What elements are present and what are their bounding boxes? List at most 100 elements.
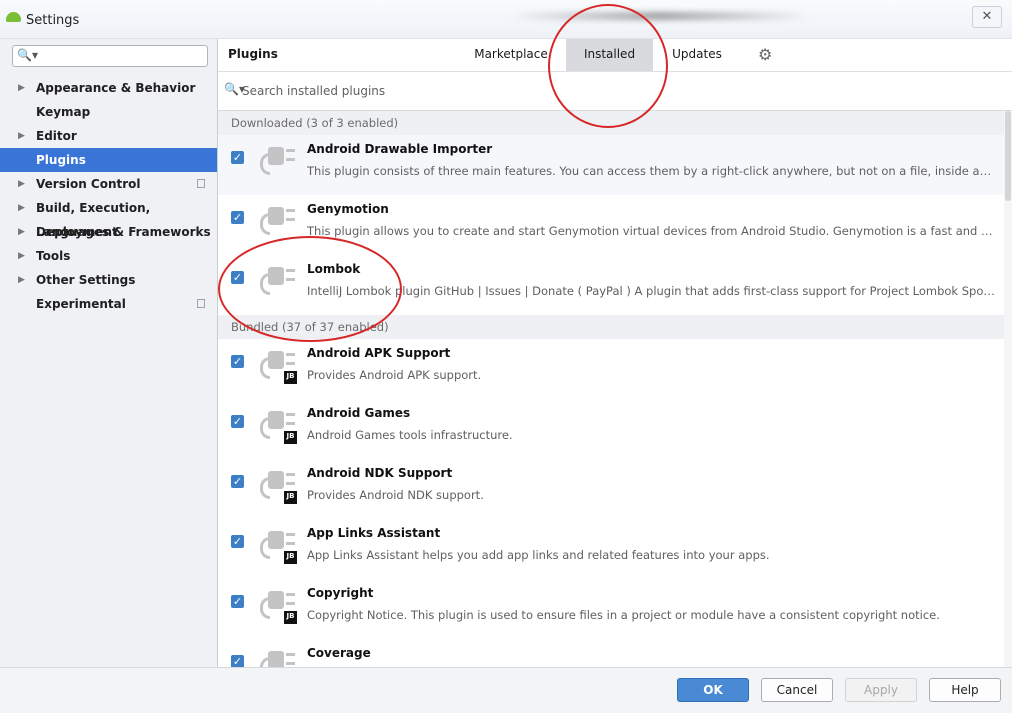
jetbrains-badge-icon: JB bbox=[284, 491, 297, 504]
sidebar-item-tools[interactable]: ▶ Tools bbox=[0, 244, 217, 268]
sidebar-item-label: Appearance & Behavior bbox=[36, 81, 196, 95]
plugin-name[interactable]: Android NDK Support bbox=[307, 466, 452, 480]
jetbrains-badge-icon: JB bbox=[284, 611, 297, 624]
gear-icon[interactable]: ⚙ bbox=[758, 45, 772, 64]
plugin-enabled-checkbox[interactable]: ✓ bbox=[231, 151, 244, 164]
plugin-icon bbox=[260, 145, 296, 179]
ok-button[interactable]: OK bbox=[677, 678, 749, 702]
plugin-enabled-checkbox[interactable]: ✓ bbox=[231, 211, 244, 224]
jetbrains-badge-icon: JB bbox=[284, 371, 297, 384]
tab-installed[interactable]: Installed bbox=[566, 39, 653, 71]
plugin-icon: JB bbox=[260, 589, 297, 624]
group-header-label: Downloaded (3 of 3 enabled) bbox=[231, 116, 399, 130]
plugin-description: Provides Android NDK support. bbox=[307, 488, 484, 502]
sidebar-item-label: Keymap bbox=[36, 105, 91, 119]
plugins-panel: Plugins Marketplace Installed Updates ⚙ … bbox=[218, 39, 1012, 667]
search-icon: 🔍▾ bbox=[17, 48, 38, 62]
plugin-name[interactable]: Copyright bbox=[307, 586, 373, 600]
plugin-row[interactable]: ✓ JB Copyright Copyright Notice. This plugi… bbox=[218, 579, 1012, 640]
plugin-enabled-checkbox[interactable]: ✓ bbox=[231, 415, 244, 428]
cancel-button[interactable]: Cancel bbox=[761, 678, 833, 702]
window-title: Settings bbox=[26, 13, 80, 28]
apply-button[interactable]: Apply bbox=[845, 678, 917, 702]
chevron-right-icon: ▶ bbox=[18, 131, 25, 141]
plugin-row[interactable]: ✓ Lombok IntelliJ Lombok plugin GitHub | I… bbox=[218, 255, 1012, 316]
chevron-right-icon: ▶ bbox=[18, 179, 25, 189]
sidebar-item-label: Version Control bbox=[36, 177, 141, 191]
plugin-description: App Links Assistant helps you add app li… bbox=[307, 548, 770, 562]
project-level-icon bbox=[197, 179, 205, 188]
sidebar-item-languages-frameworks[interactable]: ▶ Languages & Frameworks bbox=[0, 220, 217, 244]
android-icon bbox=[6, 12, 21, 22]
plugin-search-bar: 🔍▾ bbox=[218, 72, 1012, 111]
plugin-name[interactable]: Genymotion bbox=[307, 202, 389, 216]
plugin-description: IntelliJ Lombok plugin GitHub | Issues |… bbox=[307, 284, 997, 298]
tab-marketplace[interactable]: Marketplace bbox=[471, 39, 551, 71]
plugin-search-input[interactable] bbox=[242, 82, 842, 100]
plugin-name[interactable]: Coverage bbox=[307, 646, 371, 660]
plugin-icon: JB bbox=[260, 409, 297, 444]
sidebar-item-label: Experimental bbox=[36, 297, 126, 311]
plugin-row[interactable]: ✓ JB App Links Assistant App Links Assistan… bbox=[218, 519, 1012, 580]
plugin-row[interactable]: ✓ JB Coverage bbox=[218, 639, 1012, 667]
plugin-description: Copyright Notice. This plugin is used to… bbox=[307, 608, 940, 622]
sidebar-item-label: Plugins bbox=[36, 153, 86, 167]
close-icon[interactable]: ✕ bbox=[972, 6, 1002, 28]
plugin-enabled-checkbox[interactable]: ✓ bbox=[231, 475, 244, 488]
plugin-enabled-checkbox[interactable]: ✓ bbox=[231, 595, 244, 608]
plugin-description: This plugin allows you to create and sta… bbox=[307, 224, 997, 238]
sidebar-item-keymap[interactable]: Keymap bbox=[0, 100, 217, 124]
plugin-enabled-checkbox[interactable]: ✓ bbox=[231, 355, 244, 368]
plugin-icon: JB bbox=[260, 349, 297, 384]
plugin-row[interactable]: ✓ Genymotion This plugin allows you to cre… bbox=[218, 195, 1012, 256]
plugin-description: Android Games tools infrastructure. bbox=[307, 428, 513, 442]
dialog-footer: OK Cancel Apply Help bbox=[0, 667, 1012, 713]
sidebar-item-experimental[interactable]: Experimental bbox=[0, 292, 217, 316]
plugin-description: Provides Android APK support. bbox=[307, 368, 482, 382]
sidebar-item-label: Editor bbox=[36, 129, 77, 143]
title-bar: Settings ✕ bbox=[0, 0, 1012, 39]
sidebar-item-build-execution-deployment[interactable]: ▶ Build, Execution, Deployment bbox=[0, 196, 217, 239]
group-header-label: Bundled (37 of 37 enabled) bbox=[231, 320, 389, 334]
plugin-icon: JB bbox=[260, 469, 297, 504]
plugin-row[interactable]: ✓ JB Android NDK Support Provides Android N… bbox=[218, 459, 1012, 520]
jetbrains-badge-icon: JB bbox=[284, 551, 297, 564]
plugin-name[interactable]: App Links Assistant bbox=[307, 526, 440, 540]
sidebar-item-appearance-behavior[interactable]: ▶ Appearance & Behavior bbox=[0, 76, 217, 100]
tab-updates[interactable]: Updates bbox=[668, 39, 726, 71]
sidebar-item-other-settings[interactable]: ▶ Other Settings bbox=[0, 268, 217, 292]
plugin-enabled-checkbox[interactable]: ✓ bbox=[231, 535, 244, 548]
sidebar-search-input[interactable]: 🔍▾ bbox=[12, 45, 208, 67]
plugin-row[interactable]: ✓ JB Android APK Support Provides Android A… bbox=[218, 339, 1012, 400]
sidebar-item-editor[interactable]: ▶ Editor bbox=[0, 124, 217, 148]
plugin-row[interactable]: ✓ JB Android Games Android Games tools infr… bbox=[218, 399, 1012, 460]
sidebar-item-label: Tools bbox=[36, 249, 71, 263]
plugin-icon bbox=[260, 205, 296, 239]
group-header-downloaded: Downloaded (3 of 3 enabled) bbox=[218, 111, 1012, 135]
jetbrains-badge-icon: JB bbox=[284, 431, 297, 444]
chevron-right-icon: ▶ bbox=[18, 227, 25, 237]
plugin-enabled-checkbox[interactable]: ✓ bbox=[231, 655, 244, 667]
group-header-bundled: Bundled (37 of 37 enabled) bbox=[218, 315, 1012, 339]
scrollbar-thumb[interactable] bbox=[1005, 111, 1011, 201]
plugin-description: This plugin consists of three main featu… bbox=[307, 164, 997, 178]
plugin-name[interactable]: Lombok bbox=[307, 262, 360, 276]
plugin-name[interactable]: Android Games bbox=[307, 406, 410, 420]
plugin-name[interactable]: Android APK Support bbox=[307, 346, 450, 360]
sidebar-item-label: Other Settings bbox=[36, 273, 136, 287]
page-title: Plugins bbox=[228, 47, 278, 61]
chevron-right-icon: ▶ bbox=[18, 275, 25, 285]
sidebar-item-version-control[interactable]: ▶ Version Control bbox=[0, 172, 217, 196]
plugin-row[interactable]: ✓ Android Drawable Importer This plugin co… bbox=[218, 135, 1012, 196]
plugin-enabled-checkbox[interactable]: ✓ bbox=[231, 271, 244, 284]
plugin-icon: JB bbox=[260, 649, 296, 667]
plugin-list: Downloaded (3 of 3 enabled) ✓ Android Dra… bbox=[218, 111, 1012, 667]
plugin-name[interactable]: Android Drawable Importer bbox=[307, 142, 492, 156]
sidebar-item-plugins[interactable]: Plugins bbox=[0, 148, 217, 172]
help-button[interactable]: Help bbox=[929, 678, 1001, 702]
plugin-icon: JB bbox=[260, 529, 297, 564]
chevron-right-icon: ▶ bbox=[18, 251, 25, 261]
chevron-right-icon: ▶ bbox=[18, 83, 25, 93]
sidebar-item-label: Languages & Frameworks bbox=[36, 225, 211, 239]
blurred-background bbox=[510, 12, 810, 20]
